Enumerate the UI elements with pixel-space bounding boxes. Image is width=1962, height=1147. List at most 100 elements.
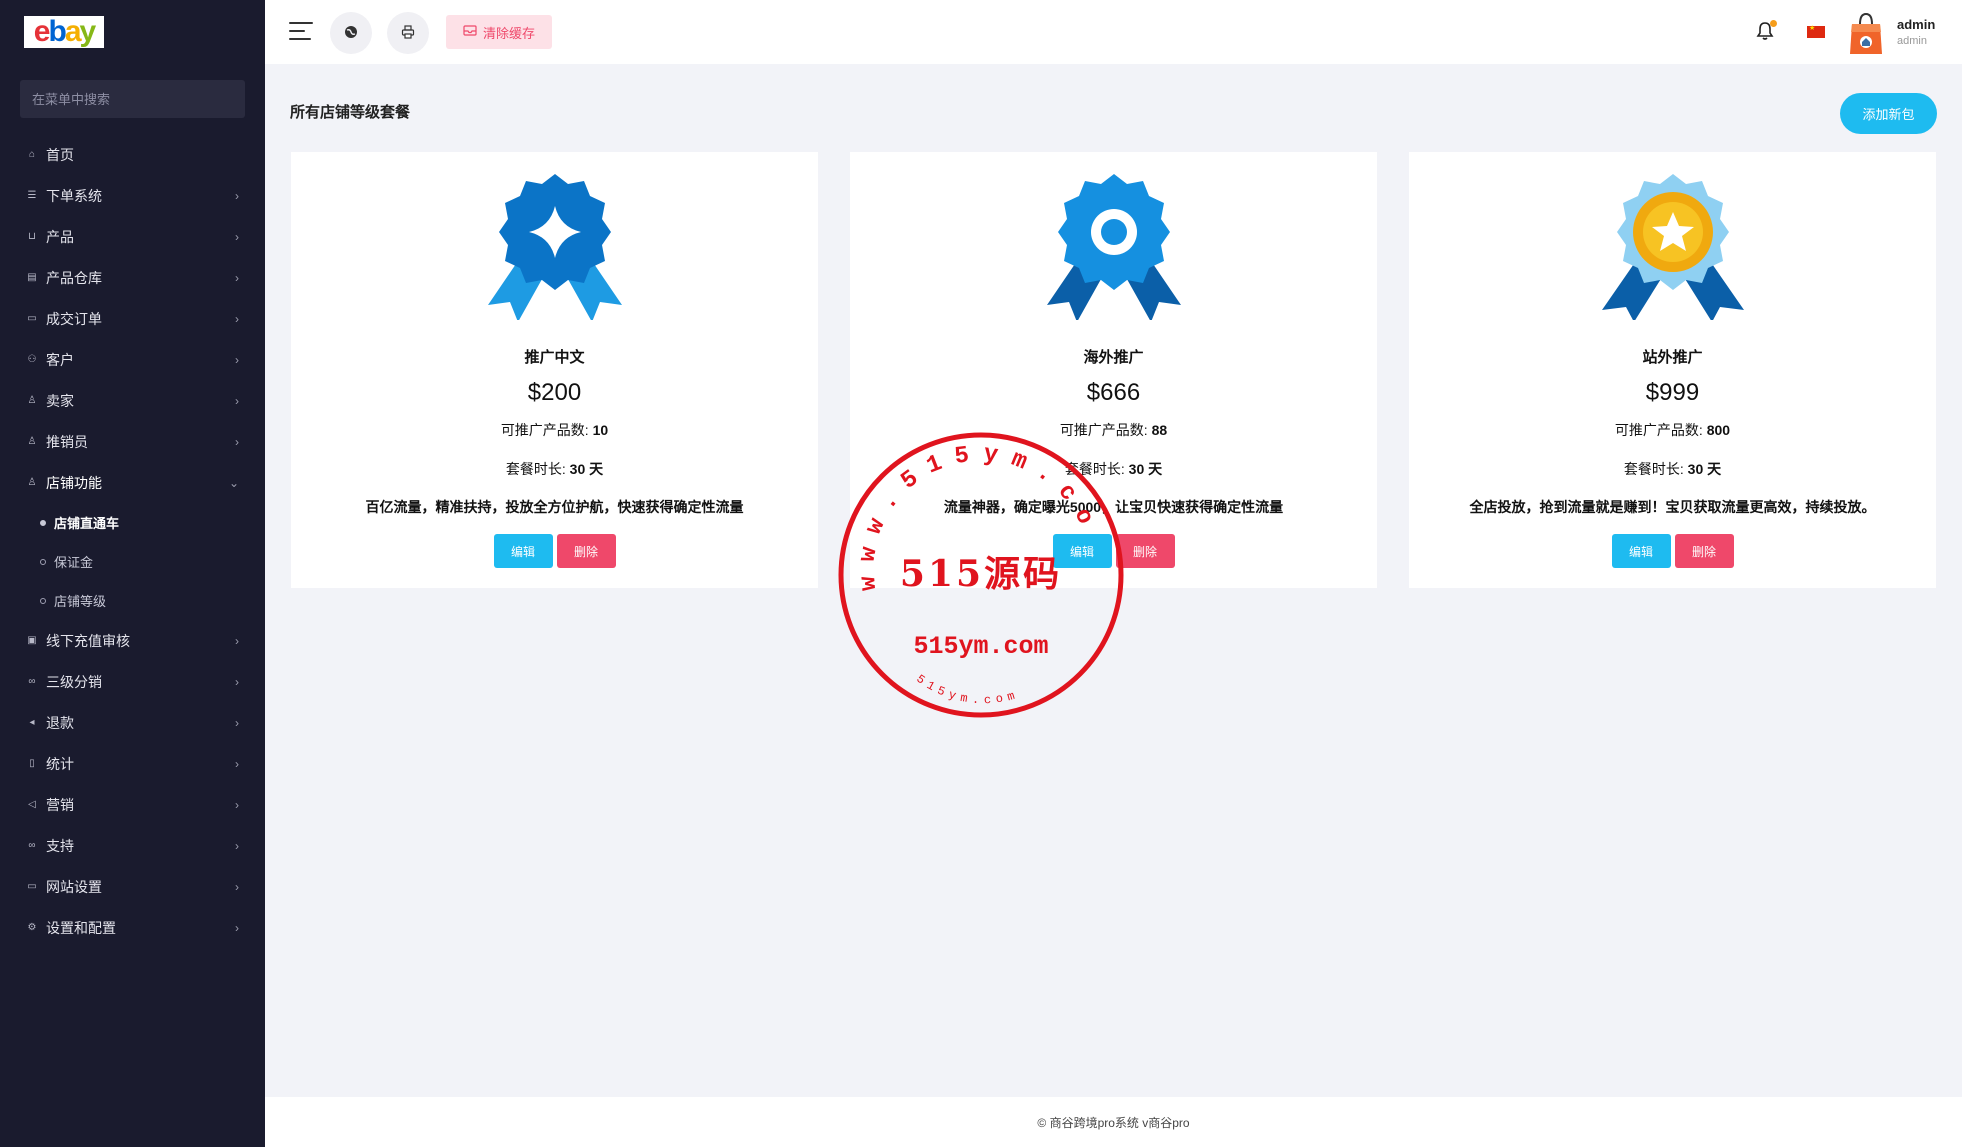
chevron-right-icon: › (235, 270, 239, 285)
megaphone-icon: ◁ (28, 799, 36, 810)
sidebar: ebay ⌂ 首页 ☰ 下单系统 › ⊔ 产品 › ▤ 产品仓库 › ▭ 成交订… (0, 0, 265, 1147)
chevron-right-icon: › (235, 188, 239, 203)
sidebar-subitem-shop-express[interactable]: 店铺直通车 (0, 503, 265, 542)
china-flag-icon[interactable] (1807, 24, 1825, 38)
sidebar-item-label: 网站设置 (46, 878, 102, 895)
sidebar-subitem-shop-level[interactable]: 店铺等级 (0, 581, 265, 620)
user-icon: ♙ (27, 436, 37, 447)
package-duration-line: 套餐时长: 30 天 (291, 459, 818, 479)
package-name: 海外推广 (1083, 349, 1144, 366)
sidebar-subitem-deposit[interactable]: 保证金 (0, 542, 265, 581)
sidebar-item-label: 下单系统 (46, 187, 102, 204)
globe-icon (344, 25, 358, 42)
stamp-url-text: 515ym.com (913, 632, 1048, 661)
duration-label: 套餐时长: (1623, 461, 1684, 477)
hamburger-menu-icon[interactable] (289, 22, 313, 40)
order-icon: ▭ (27, 313, 37, 324)
avatar[interactable] (1848, 10, 1884, 56)
sidebar-item-distribution[interactable]: ∞ 三级分销 › (0, 661, 265, 702)
package-price: $999 (1645, 379, 1700, 406)
package-duration-line: 套餐时长: 30 天 (1409, 459, 1936, 479)
add-package-button[interactable]: 添加新包 (1840, 93, 1937, 134)
duration-label: 套餐时长: (505, 461, 566, 477)
products-value: 88 (1151, 422, 1168, 438)
stamp-center-text: 515源码 (900, 553, 1062, 595)
sidebar-item-label: 客户 (46, 351, 74, 368)
edit-button[interactable]: 编辑 (493, 534, 553, 568)
sidebar-item-label: 营销 (46, 796, 74, 813)
notification-bell-icon[interactable] (1754, 20, 1778, 44)
watermark-stamp: www.515ym.com 515源码 515ym.com 515ym.com (822, 411, 1126, 720)
sidebar-item-salesman[interactable]: ♙ 推销员 › (0, 421, 265, 462)
printer-icon (401, 24, 415, 42)
chevron-right-icon: › (235, 434, 239, 449)
card-actions: 编辑 删除 (291, 534, 818, 568)
sidebar-item-label: 成交订单 (46, 310, 102, 327)
package-description: 全店投放，抢到流量就是赚到！宝贝获取流量更高效，持续投放。 (1469, 499, 1876, 515)
sidebar-item-label: 线下充值审核 (46, 632, 130, 649)
sidebar-item-products[interactable]: ⊔ 产品 › (0, 216, 265, 257)
sidebar-item-offline-recharge[interactable]: ▣ 线下充值审核 › (0, 620, 265, 661)
sidebar-item-warehouse[interactable]: ▤ 产品仓库 › (0, 257, 265, 298)
package-card: 站外推广 $999 可推广产品数: 800 套餐时长: 30 天 全店投放，抢到… (1409, 152, 1936, 588)
sidebar-item-home[interactable]: ⌂ 首页 (0, 134, 265, 175)
list-icon: ☰ (27, 190, 37, 201)
duration-value: 30 天 (1687, 461, 1722, 477)
chevron-right-icon: › (235, 674, 239, 689)
sidebar-item-label: 卖家 (46, 392, 74, 409)
clear-cache-label: 清除缓存 (483, 25, 536, 41)
ebay-logo[interactable]: ebay (24, 15, 104, 48)
chevron-right-icon: › (235, 311, 239, 326)
sidebar-item-order-system[interactable]: ☰ 下单系统 › (0, 175, 265, 216)
user-icon: ♙ (27, 477, 37, 488)
footer-copyright: © 商谷跨境pro系统 v商谷pro (1037, 1115, 1190, 1130)
sidebar-item-label: 产品 (46, 228, 74, 245)
sidebar-item-label: 设置和配置 (46, 919, 116, 936)
package-card: 推广中文 $200 可推广产品数: 10 套餐时长: 30 天 百亿流量，精准扶… (291, 152, 818, 588)
sidebar-item-site-settings[interactable]: ▭ 网站设置 › (0, 866, 265, 907)
chevron-right-icon: › (235, 633, 239, 648)
duration-value: 30 天 (1128, 461, 1163, 477)
package-name: 站外推广 (1642, 349, 1703, 366)
money-icon: ▣ (27, 635, 37, 646)
delete-button[interactable]: 删除 (1674, 534, 1734, 568)
sidebar-item-sellers[interactable]: ♙ 卖家 › (0, 380, 265, 421)
sidebar-item-support[interactable]: ∞ 支持 › (0, 825, 265, 866)
link-icon: ∞ (28, 840, 36, 851)
sidebar-item-shop-features[interactable]: ♙ 店铺功能 ⌄ (0, 462, 265, 503)
chevron-right-icon: › (235, 352, 239, 367)
sidebar-item-label: 产品仓库 (46, 269, 102, 286)
sidebar-item-customers[interactable]: ⚇ 客户 › (0, 339, 265, 380)
package-price: $200 (527, 379, 582, 406)
sidebar-item-label: 推销员 (46, 433, 88, 450)
user-name[interactable]: admin (1897, 17, 1935, 32)
products-value: 10 (592, 422, 609, 438)
user-role: admin (1897, 35, 1927, 47)
sidebar-item-statistics[interactable]: ▯ 统计 › (0, 743, 265, 784)
doc-icon: ▯ (29, 758, 35, 769)
print-button[interactable] (387, 12, 429, 54)
sidebar-item-label: 统计 (46, 755, 74, 772)
edit-button[interactable]: 编辑 (1611, 534, 1671, 568)
sidebar-item-marketing[interactable]: ◁ 营销 › (0, 784, 265, 825)
sidebar-item-label: 支持 (46, 837, 74, 854)
card-actions: 编辑 删除 (1409, 534, 1936, 568)
sidebar-item-refund[interactable]: ◂ 退款 › (0, 702, 265, 743)
sidebar-item-label: 退款 (46, 714, 74, 731)
page-title: 所有店铺等级套餐 (290, 104, 411, 121)
delete-button[interactable]: 删除 (556, 534, 616, 568)
top-header: 清除缓存 admin admin (265, 0, 1962, 64)
chevron-right-icon: › (235, 838, 239, 853)
sidebar-item-config[interactable]: ⚙ 设置和配置 › (0, 907, 265, 948)
clear-cache-button[interactable]: 清除缓存 (446, 15, 553, 49)
chevron-right-icon: › (235, 393, 239, 408)
sidebar-item-label: 店铺功能 (46, 474, 102, 491)
package-description: 百亿流量，精准扶持，投放全方位护航，快速获得确定性流量 (365, 499, 744, 515)
sidebar-item-orders[interactable]: ▭ 成交订单 › (0, 298, 265, 339)
globe-button[interactable] (330, 12, 372, 54)
sidebar-subitem-label: 店铺等级 (54, 594, 107, 609)
sidebar-item-label: 三级分销 (46, 673, 102, 690)
chevron-right-icon: › (235, 797, 239, 812)
menu-search-input[interactable] (20, 80, 245, 118)
award-diamond-icon (480, 170, 630, 322)
